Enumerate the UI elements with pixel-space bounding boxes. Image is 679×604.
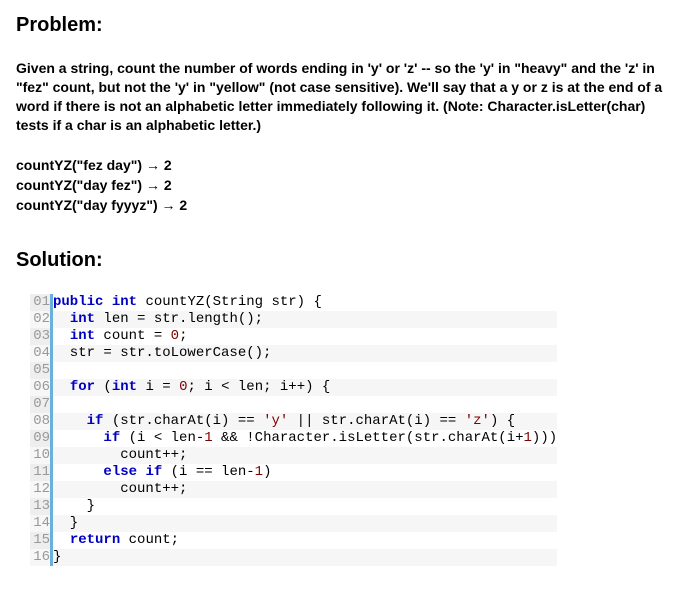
code-line: 07 (30, 396, 557, 413)
code-line: 10 count++; (30, 447, 557, 464)
line-number: 14 (30, 515, 52, 532)
code-line: 03 int count = 0; (30, 328, 557, 345)
code-content (52, 362, 558, 379)
code-content: for (int i = 0; i < len; i++) { (52, 379, 558, 396)
examples-block: countYZ("fez day") → 2countYZ("day fez")… (16, 155, 663, 216)
line-number: 12 (30, 481, 52, 498)
line-number: 04 (30, 345, 52, 362)
code-line: 06 for (int i = 0; i < len; i++) { (30, 379, 557, 396)
line-number: 07 (30, 396, 52, 413)
code-content: count++; (52, 481, 558, 498)
code-line: 13 } (30, 498, 557, 515)
code-content: count++; (52, 447, 558, 464)
code-line: 12 count++; (30, 481, 557, 498)
code-block: 01public int countYZ(String str) {02 int… (30, 294, 663, 566)
code-line: 08 if (str.charAt(i) == 'y' || str.charA… (30, 413, 557, 430)
code-content: if (str.charAt(i) == 'y' || str.charAt(i… (52, 413, 558, 430)
code-line: 04 str = str.toLowerCase(); (30, 345, 557, 362)
line-number: 05 (30, 362, 52, 379)
code-content: public int countYZ(String str) { (52, 294, 558, 311)
code-line: 05 (30, 362, 557, 379)
line-number: 03 (30, 328, 52, 345)
line-number: 11 (30, 464, 52, 481)
code-content: str = str.toLowerCase(); (52, 345, 558, 362)
code-content: if (i < len-1 && !Character.isLetter(str… (52, 430, 558, 447)
code-line: 02 int len = str.length(); (30, 311, 557, 328)
code-content (52, 396, 558, 413)
code-line: 01public int countYZ(String str) { (30, 294, 557, 311)
line-number: 10 (30, 447, 52, 464)
problem-description: Given a string, count the number of word… (16, 59, 663, 135)
line-number: 06 (30, 379, 52, 396)
line-number: 01 (30, 294, 52, 311)
code-content: else if (i == len-1) (52, 464, 558, 481)
code-line: 09 if (i < len-1 && !Character.isLetter(… (30, 430, 557, 447)
solution-heading: Solution: (16, 249, 663, 272)
line-number: 13 (30, 498, 52, 515)
example-line: countYZ("day fyyyz") → 2 (16, 195, 663, 215)
code-line: 11 else if (i == len-1) (30, 464, 557, 481)
code-content: } (52, 498, 558, 515)
line-number: 09 (30, 430, 52, 447)
line-number: 02 (30, 311, 52, 328)
code-line: 16} (30, 549, 557, 566)
code-content: int count = 0; (52, 328, 558, 345)
code-line: 14 } (30, 515, 557, 532)
line-number: 08 (30, 413, 52, 430)
code-content: } (52, 549, 558, 566)
line-number: 15 (30, 532, 52, 549)
code-content: return count; (52, 532, 558, 549)
code-content: } (52, 515, 558, 532)
code-line: 15 return count; (30, 532, 557, 549)
code-content: int len = str.length(); (52, 311, 558, 328)
example-line: countYZ("day fez") → 2 (16, 175, 663, 195)
example-line: countYZ("fez day") → 2 (16, 155, 663, 175)
problem-heading: Problem: (16, 14, 663, 37)
line-number: 16 (30, 549, 52, 566)
